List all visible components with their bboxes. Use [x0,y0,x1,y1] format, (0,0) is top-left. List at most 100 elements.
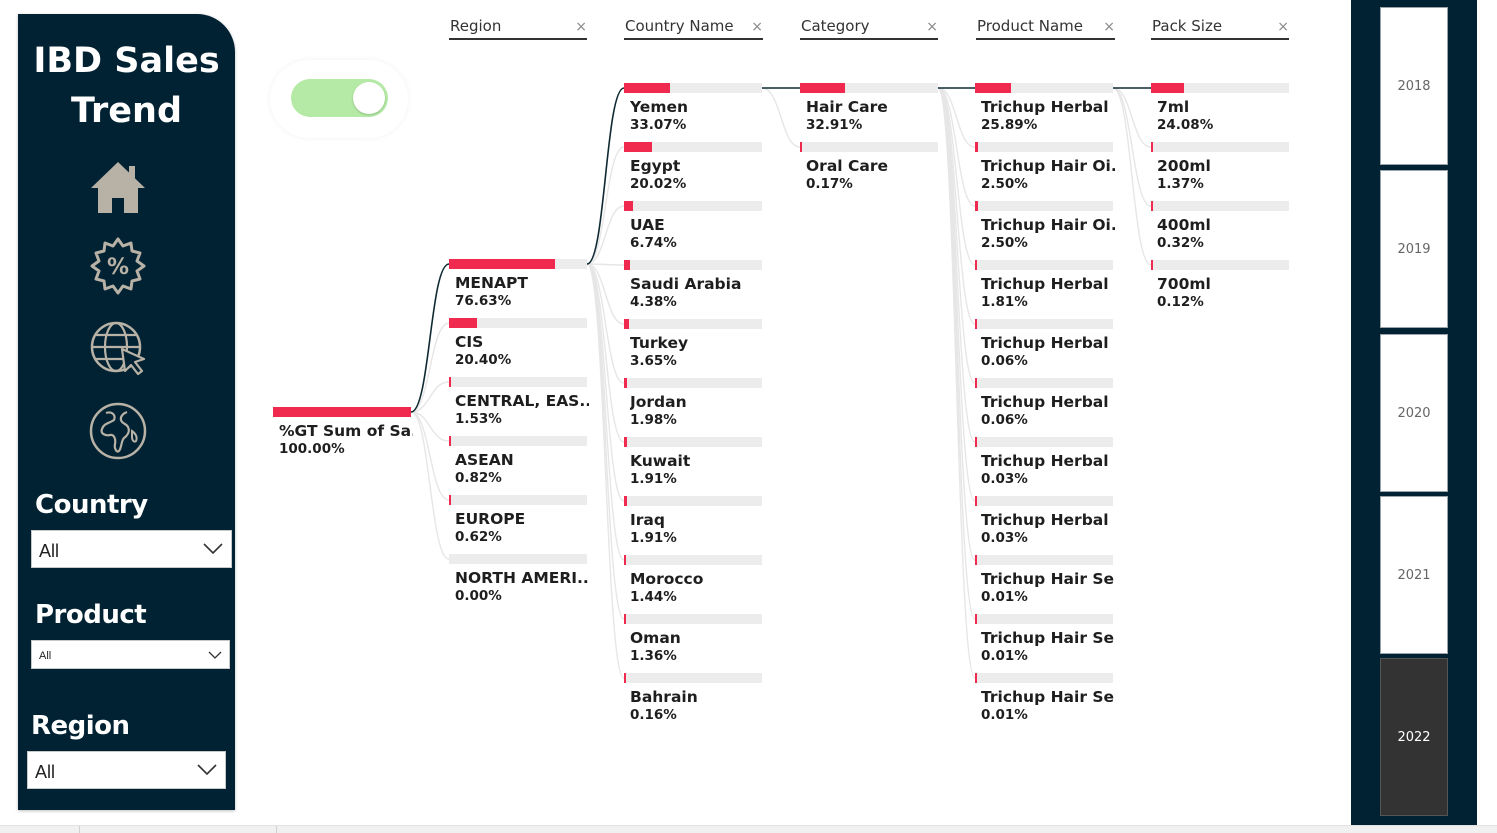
remove-level-close-icon[interactable]: × [926,20,938,34]
tree-node[interactable]: Hair Care 32.91% [800,83,938,135]
tree-node[interactable]: Kuwait 1.91% [624,437,762,489]
tree-node[interactable]: Saudi Arabia 4.38% [624,260,762,312]
node-bar-fill [624,142,652,152]
tree-node[interactable]: Oman 1.36% [624,614,762,666]
tree-node[interactable]: Trichup Herbal ...25.89% [975,83,1115,135]
tree-node[interactable]: Trichup Herbal ...0.06% [975,378,1115,430]
node-value: 33.07% [630,117,687,133]
node-bar-track [624,319,762,329]
node-bar-track [800,142,938,152]
year-tile-2019[interactable]: 2019 [1380,170,1448,328]
node-value: 1.91% [630,471,677,487]
node-label: Trichup Hair Se... [981,688,1115,706]
year-tile-2022[interactable]: 2022 [1380,658,1448,816]
tree-node[interactable]: Trichup Herbal ...1.81% [975,260,1115,312]
tree-node[interactable]: Turkey 3.65% [624,319,762,371]
tree-node[interactable]: Bahrain 0.16% [624,673,762,725]
root-node[interactable]: %GT Sum of Sa...100.00% [273,407,413,459]
node-bar-track [449,554,587,564]
node-label: EUROPE [455,510,526,528]
tree-node[interactable]: Morocco 1.44% [624,555,762,607]
tree-connector [586,263,625,266]
node-bar-fill [975,260,978,270]
tree-node[interactable]: Trichup Hair Se...0.01% [975,673,1115,725]
node-value: 3.65% [630,353,677,369]
tree-node[interactable]: UAE 6.74% [624,201,762,253]
tree-node[interactable]: Trichup Hair Se...0.01% [975,614,1115,666]
remove-level-close-icon[interactable]: × [751,20,763,34]
tree-node[interactable]: EUROPE 0.62% [449,495,587,547]
tree-node[interactable]: Trichup Hair Oi... 2.50% [975,201,1115,253]
node-label: ASEAN [455,451,514,469]
node-label: Trichup Hair Oi... [981,216,1115,234]
node-bar-track [975,496,1113,506]
node-bar-track [975,614,1113,624]
remove-level-close-icon[interactable]: × [1277,20,1289,34]
node-bar-track [624,673,762,683]
tree-node[interactable]: Yemen 33.07% [624,83,762,135]
node-label: Jordan [630,393,687,411]
node-bar-fill [975,201,979,211]
year-tile-2020[interactable]: 2020 [1380,334,1448,492]
node-bar-fill [800,142,802,152]
year-tile-2018[interactable]: 2018 [1380,7,1448,165]
node-bar-fill [1151,83,1185,93]
year-label: 2020 [1397,406,1431,421]
remove-level-close-icon[interactable]: × [1103,20,1115,34]
tree-node[interactable]: CIS 20.40% [449,318,587,370]
tree-connector [937,87,976,620]
tree-connector-active [586,87,625,265]
year-tile-2021[interactable]: 2021 [1380,496,1448,654]
node-value: 0.82% [455,470,502,486]
node-bar-track [1151,260,1289,270]
node-value: 25.89% [981,117,1038,133]
node-value: 6.74% [630,235,677,251]
node-bar-track [624,437,762,447]
tree-node[interactable]: 200ml 1.37% [1151,142,1289,194]
node-bar-track [975,673,1113,683]
node-label: Hair Care [806,98,888,116]
node-bar-fill [273,407,411,417]
level-header: Category × [800,14,938,40]
node-label: Morocco [630,570,704,588]
tree-node[interactable]: Trichup Herbal ...0.06% [975,319,1115,371]
tree-node[interactable]: Oral Care 0.17% [800,142,938,194]
node-value: 1.44% [630,589,677,605]
year-label: 2019 [1397,242,1431,257]
node-label: Bahrain [630,688,698,706]
node-label: Trichup Herbal ... [981,511,1115,529]
node-bar-fill [624,83,670,93]
node-label: 700ml [1157,275,1211,293]
tree-node[interactable]: 7ml 24.08% [1151,83,1289,135]
tree-node[interactable]: Trichup Herbal ...0.03% [975,496,1115,548]
tree-node[interactable]: Trichup Hair Oi... 2.50% [975,142,1115,194]
level-header: Pack Size × [1151,14,1289,40]
remove-level-close-icon[interactable]: × [575,20,587,34]
node-label: Kuwait [630,452,691,470]
tree-connector [1112,87,1152,207]
node-value: 0.03% [981,530,1028,546]
node-value: 32.91% [806,117,863,133]
tree-node[interactable]: Iraq 1.91% [624,496,762,548]
node-value: 4.38% [630,294,677,310]
tree-node[interactable]: Jordan 1.98% [624,378,762,430]
tree-connector [586,205,625,265]
node-value: 0.01% [981,648,1028,664]
node-label: Trichup Hair Se... [981,629,1115,647]
tree-node[interactable]: MENAPT 76.63% [449,259,587,311]
node-bar-fill [975,555,977,565]
tree-node[interactable]: Trichup Hair Se...0.01% [975,555,1115,607]
tree-node[interactable]: 700ml 0.12% [1151,260,1289,312]
node-bar-fill [449,318,478,328]
tree-node[interactable]: ASEAN 0.82% [449,436,587,488]
node-bar-fill [449,377,452,387]
node-label: NORTH AMERI... [455,569,589,587]
node-bar-fill [975,319,977,329]
tree-node[interactable]: Trichup Herbal ...0.03% [975,437,1115,489]
node-bar-track [624,614,762,624]
node-label: %GT Sum of Sa... [279,422,413,440]
tree-node[interactable]: NORTH AMERI... 0.00% [449,554,589,606]
tree-node[interactable]: 400ml 0.32% [1151,201,1289,253]
tree-node[interactable]: Egypt 20.02% [624,142,762,194]
tree-node[interactable]: CENTRAL, EAS... 1.53% [449,377,589,429]
